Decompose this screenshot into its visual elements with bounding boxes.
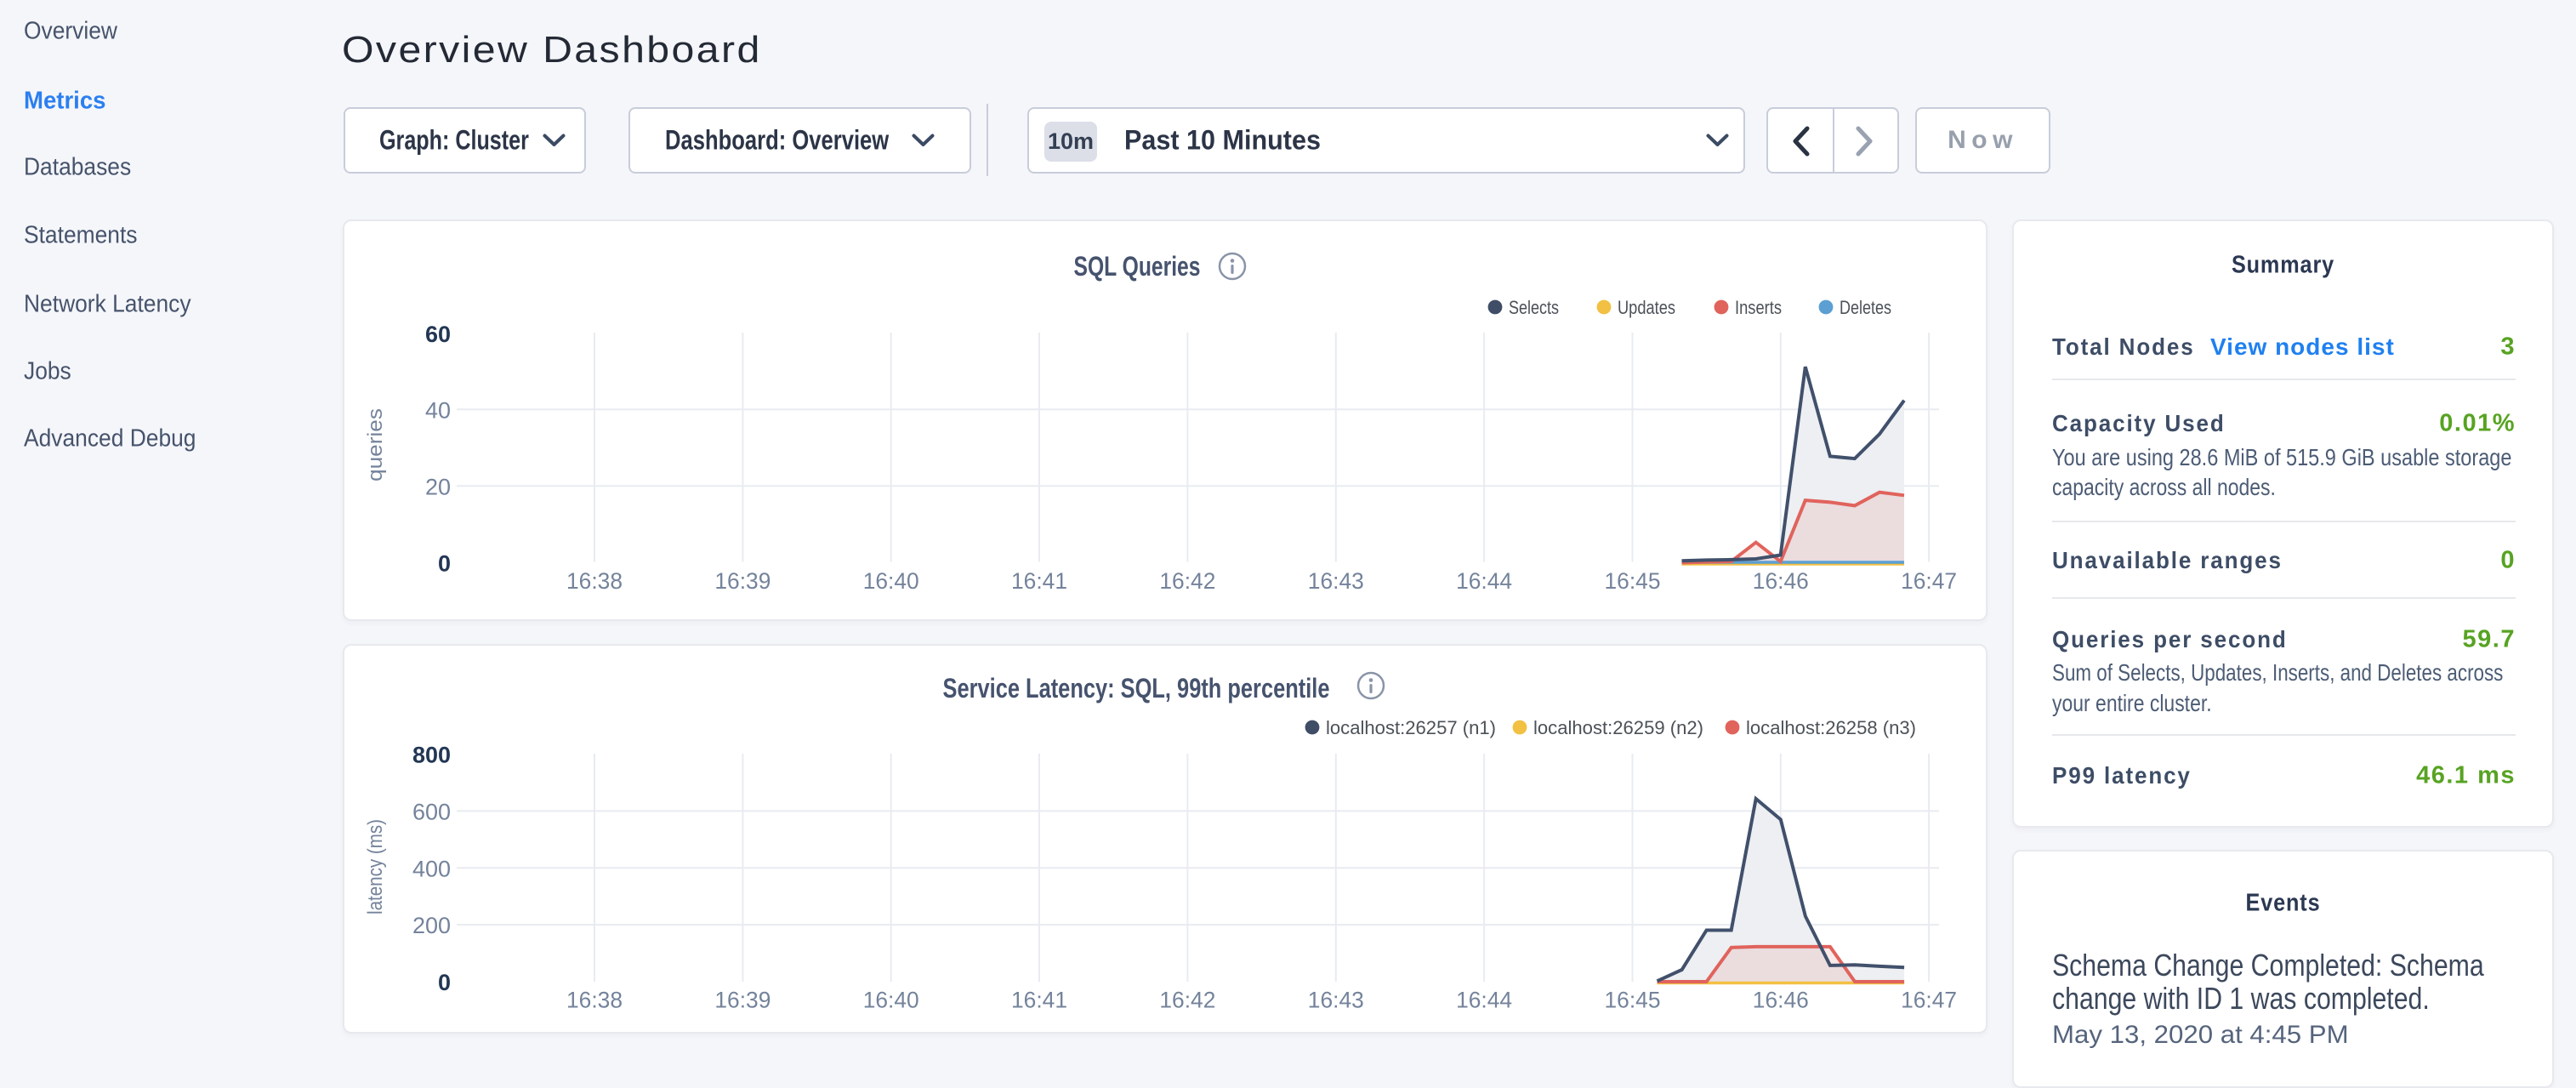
svg-text:16:42: 16:42 [1159, 568, 1215, 594]
svg-text:40: 40 [425, 397, 451, 423]
svg-text:16:45: 16:45 [1605, 568, 1661, 594]
svg-text:16:42: 16:42 [1159, 988, 1215, 1013]
svg-text:800: 800 [412, 743, 451, 768]
svg-text:60: 60 [425, 322, 451, 347]
svg-text:16:44: 16:44 [1456, 568, 1512, 594]
svg-text:Deletes: Deletes [1840, 297, 1891, 318]
svg-text:16:45: 16:45 [1605, 988, 1661, 1013]
svg-text:16:38: 16:38 [566, 568, 623, 594]
svg-text:localhost:26257 (n1): localhost:26257 (n1) [1326, 717, 1496, 738]
svg-text:0: 0 [438, 551, 451, 577]
svg-text:16:47: 16:47 [1901, 568, 1957, 594]
svg-text:SQL Queries: SQL Queries [1074, 251, 1201, 282]
svg-text:16:47: 16:47 [1901, 988, 1957, 1013]
svg-text:localhost:26258 (n3): localhost:26258 (n3) [1746, 717, 1916, 738]
svg-text:16:43: 16:43 [1308, 988, 1364, 1013]
svg-text:16:41: 16:41 [1011, 988, 1067, 1013]
svg-text:600: 600 [412, 799, 451, 824]
svg-text:16:40: 16:40 [863, 568, 919, 594]
svg-text:20: 20 [425, 474, 451, 499]
svg-text:16:41: 16:41 [1011, 568, 1067, 594]
svg-text:16:46: 16:46 [1753, 568, 1809, 594]
svg-text:latency (ms): latency (ms) [364, 819, 387, 914]
svg-text:Selects: Selects [1509, 297, 1559, 318]
svg-text:localhost:26259 (n2): localhost:26259 (n2) [1533, 717, 1703, 738]
svg-text:queries: queries [364, 408, 387, 481]
svg-text:16:44: 16:44 [1456, 988, 1512, 1013]
svg-text:16:46: 16:46 [1753, 988, 1809, 1013]
svg-text:0: 0 [438, 970, 451, 995]
svg-text:16:39: 16:39 [714, 568, 771, 594]
svg-text:16:43: 16:43 [1308, 568, 1364, 594]
svg-text:Service Latency: SQL, 99th per: Service Latency: SQL, 99th percentile [943, 673, 1330, 703]
svg-text:16:40: 16:40 [863, 988, 919, 1013]
svg-text:Inserts: Inserts [1735, 297, 1782, 318]
svg-text:200: 200 [412, 913, 451, 938]
svg-text:16:39: 16:39 [714, 988, 771, 1013]
svg-text:Updates: Updates [1618, 297, 1675, 318]
svg-text:400: 400 [412, 856, 451, 881]
svg-text:16:38: 16:38 [566, 988, 623, 1013]
